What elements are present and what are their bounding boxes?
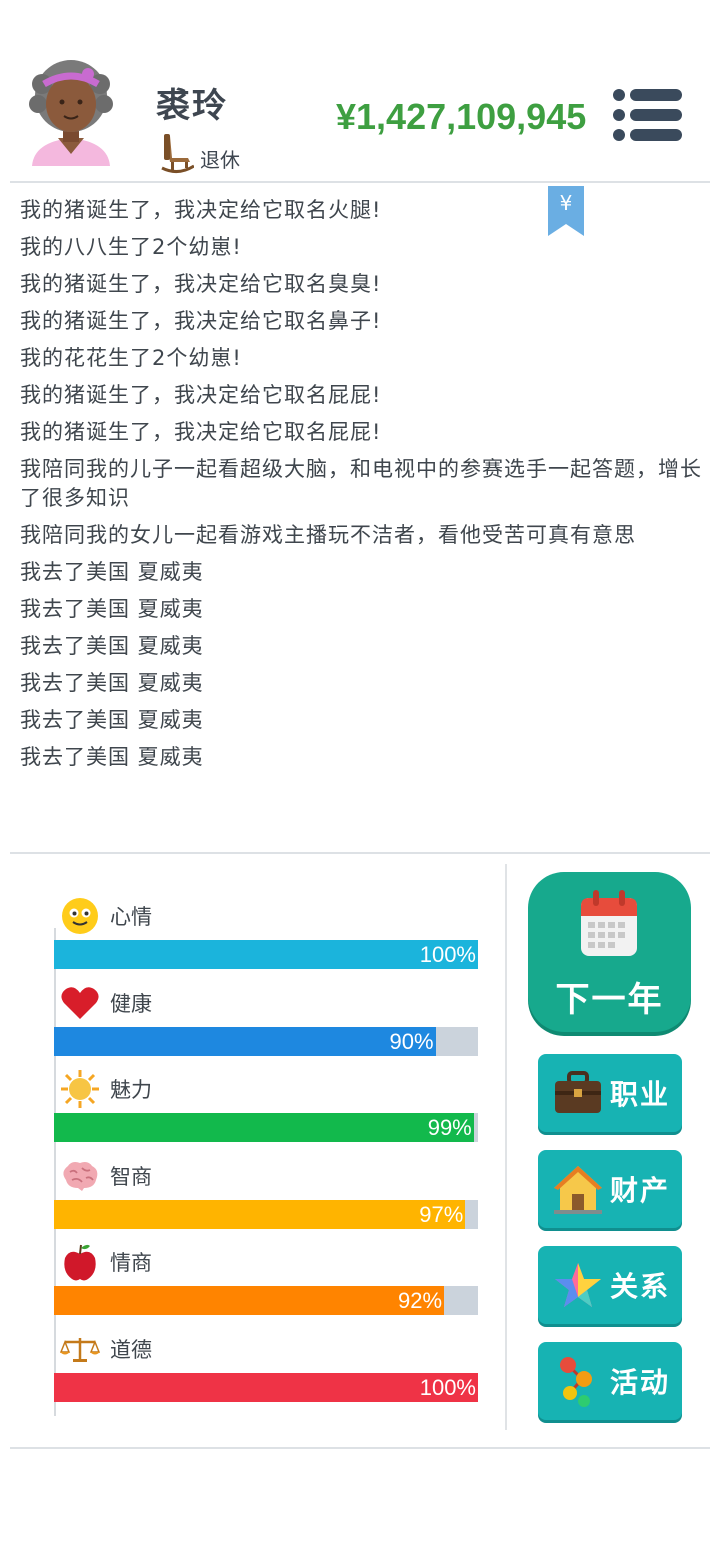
stat-row: 心情 100%: [54, 890, 478, 977]
money-amount: ¥1,427,109,945: [336, 96, 587, 137]
menu-icon[interactable]: [612, 88, 684, 142]
brain-icon: [60, 1156, 100, 1196]
stat-row: 智商 97%: [54, 1150, 478, 1237]
header: 裘玲 退休 ¥1,427,109,945: [0, 0, 720, 182]
log-entry: 我去了美国 夏威夷: [20, 597, 204, 621]
scales-icon: [60, 1329, 100, 1369]
stat-value: 97%: [419, 1201, 464, 1227]
log-entry: 我去了美国 夏威夷: [20, 560, 204, 584]
status-label: 退休: [200, 147, 240, 172]
log-entry: 我的猪诞生了，我决定给它取名鼻子!: [20, 309, 382, 333]
log-entry: 我的猪诞生了，我决定给它取名屁屁!: [20, 420, 382, 444]
next-year-label: 下一年: [555, 980, 664, 1020]
relationship-button[interactable]: 关系: [538, 1246, 682, 1324]
event-log: 我的猪诞生了，我决定给它取名火腿! 我的八八生了2个幼崽! 我的猪诞生了，我决定给它…: [20, 196, 704, 780]
stat-header: 健康: [60, 985, 152, 1021]
activity-button[interactable]: 活动: [538, 1342, 682, 1420]
stat-label: 心情: [110, 905, 152, 929]
smiley-icon: [60, 896, 100, 936]
stat-label: 情商: [110, 1251, 152, 1275]
log-entry: 我的猪诞生了，我决定给它取名屁屁!: [20, 383, 382, 407]
stat-bar-fill: 100%: [54, 940, 478, 969]
stat-bar: 90%: [54, 1026, 478, 1056]
stat-bar: 92%: [54, 1286, 478, 1315]
stat-label: 健康: [110, 991, 152, 1016]
heart-icon: [60, 983, 100, 1023]
stat-header: 道德: [60, 1331, 152, 1367]
stat-bar: 100%: [54, 940, 478, 969]
log-entry: 我去了美国 夏威夷: [20, 708, 204, 732]
briefcase-icon: [550, 1065, 606, 1121]
player-name: 裘玲: [156, 86, 228, 126]
divider: [10, 1447, 710, 1449]
log-entry: 我去了美国 夏威夷: [20, 671, 204, 695]
activity-label: 活动: [610, 1366, 671, 1399]
stat-row: 魅力 99%: [54, 1063, 478, 1150]
stat-header: 魅力: [60, 1069, 152, 1109]
log-entry: 我陪同我的女儿一起看游戏主播玩不洁者，看他受苦可真有意思: [20, 523, 636, 547]
stat-label: 魅力: [110, 1078, 152, 1102]
rocking-chair-icon: [161, 134, 194, 173]
stat-bar: 97%: [54, 1199, 478, 1229]
divider: [10, 181, 710, 183]
calendar-icon: [581, 890, 637, 956]
stat-row: 健康 90%: [54, 977, 478, 1064]
vertical-divider: [505, 864, 507, 1430]
log-entry: 我的八八生了2个幼崽!: [20, 235, 242, 259]
stat-bar-fill: 97%: [54, 1199, 466, 1229]
status: 退休: [160, 132, 240, 174]
stat-bar-fill: 99%: [54, 1113, 474, 1142]
career-button[interactable]: 职业: [538, 1054, 682, 1132]
stat-header: 心情: [60, 898, 152, 934]
stat-value: 90%: [389, 1028, 434, 1054]
stat-label: 道德: [110, 1337, 152, 1362]
log-entry: 我去了美国 夏威夷: [20, 745, 204, 769]
career-label: 职业: [610, 1078, 671, 1111]
property-label: 财产: [610, 1174, 671, 1207]
star-icon: [550, 1257, 606, 1313]
bookmark-symbol: ¥: [560, 191, 573, 215]
log-entry: 我陪同我的儿子一起看超级大脑，和电视中的参赛选手一起答题，增长了很多知识: [20, 457, 702, 510]
stats-panel: 心情 100% 健康 90% 魅力 99% 智商 97% 情商 92% 道德 100%: [54, 890, 478, 1409]
relationship-label: 关系: [610, 1270, 671, 1303]
stat-value: 100%: [419, 1374, 476, 1400]
stat-row: 道德 100%: [54, 1323, 478, 1410]
log-entry: 我去了美国 夏威夷: [20, 634, 204, 658]
stat-row: 情商 92%: [54, 1236, 478, 1323]
stat-bar: 99%: [54, 1113, 478, 1142]
house-icon: [550, 1161, 606, 1217]
stat-bar-fill: 92%: [54, 1286, 445, 1315]
bookmark-icon[interactable]: ¥: [548, 186, 584, 236]
next-year-button[interactable]: 下一年: [528, 872, 691, 1032]
activity-dots-icon: [550, 1353, 606, 1409]
divider: [10, 852, 710, 854]
log-entry: 我的花花生了2个幼崽!: [20, 346, 242, 370]
avatar[interactable]: [28, 58, 114, 170]
log-entry: 我的猪诞生了，我决定给它取名火腿!: [20, 198, 382, 222]
property-button[interactable]: 财产: [538, 1150, 682, 1228]
stat-label: 智商: [110, 1164, 152, 1189]
apple-icon: [60, 1242, 100, 1282]
stat-header: 智商: [60, 1158, 152, 1194]
stat-bar: 100%: [54, 1372, 478, 1402]
stat-bar-fill: 90%: [54, 1026, 436, 1056]
stat-value: 100%: [419, 942, 476, 967]
stat-value: 92%: [398, 1288, 443, 1313]
sun-icon: [60, 1069, 100, 1109]
stat-bar-fill: 100%: [54, 1372, 478, 1402]
stat-header: 情商: [60, 1242, 152, 1282]
stat-value: 99%: [427, 1115, 472, 1140]
log-entry: 我的猪诞生了，我决定给它取名臭臭!: [20, 272, 382, 296]
